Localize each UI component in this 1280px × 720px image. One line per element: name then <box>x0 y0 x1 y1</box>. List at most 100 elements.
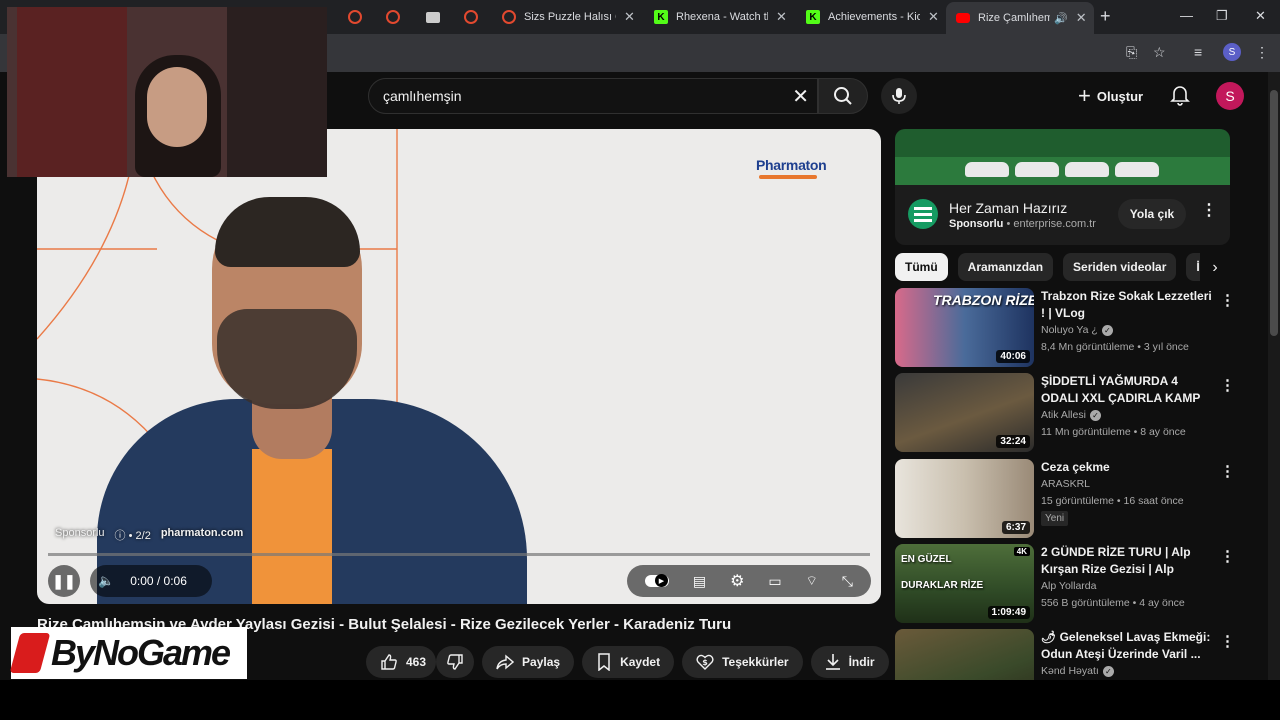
ad-cta-button[interactable]: Yola çık <box>1118 199 1186 229</box>
ad-info-icon[interactable]: ⓘ • 2/2 <box>115 527 151 543</box>
cast-icon[interactable]: ⌔ <box>806 573 818 589</box>
channel-name: Kənd Həyatı <box>1041 665 1099 677</box>
create-button[interactable]: + Oluştur <box>1078 82 1143 110</box>
subtitles-icon[interactable]: ▤ <box>693 573 706 590</box>
new-tab-icon[interactable]: + <box>1100 6 1111 27</box>
search-input[interactable]: çamlıhemşin <box>383 88 462 104</box>
browser-tab-7[interactable]: K Achievements - Kick ✕ <box>796 4 939 30</box>
sidebar-ad-card[interactable]: Her Zaman Hazırız Sponsorlu • enterprise… <box>895 129 1230 245</box>
new-badge: Yeni <box>1041 511 1069 526</box>
progress-bar[interactable] <box>48 553 870 556</box>
chip-all[interactable]: Tümü <box>895 253 948 281</box>
video-thumbnail[interactable]: 6:37 <box>895 459 1034 538</box>
video-thumbnail[interactable]: TRABZON RİZE 40:06 <box>895 288 1034 367</box>
ad-domain-link[interactable]: pharmaton.com <box>161 527 244 543</box>
scrollbar-thumb[interactable] <box>1270 90 1278 336</box>
search-box[interactable]: çamlıhemşin ✕ <box>368 78 818 114</box>
video-thumbnail[interactable]: 32:24 <box>895 373 1034 452</box>
webcam-overlay <box>7 7 327 177</box>
volume-icon[interactable]: 🔈 <box>98 573 114 589</box>
webcam-background-shelf <box>17 7 127 177</box>
download-label: İndir <box>848 655 875 669</box>
fullscreen-icon[interactable]: ⤡ <box>842 573 853 590</box>
plus-icon: + <box>1078 83 1091 108</box>
close-tab-icon[interactable]: ✕ <box>776 9 787 25</box>
browser-tab-6[interactable]: K Rhexena - Watch the ✕ <box>644 4 787 30</box>
video-thumbnail[interactable]: EN GÜZEL DURAKLAR RİZE 4K 1:09:49 <box>895 544 1034 623</box>
close-window-icon[interactable]: ✕ <box>1255 8 1266 24</box>
ad-banner-car <box>1015 162 1059 177</box>
thanks-button[interactable]: $ Teşekkürler <box>682 646 803 678</box>
ad-brand-swoosh <box>759 175 817 179</box>
page-scrollbar[interactable] <box>1268 72 1280 682</box>
ad-menu-kebab-icon[interactable]: ⋮ <box>1201 203 1217 219</box>
pause-button[interactable]: ❚❚ <box>48 565 80 597</box>
recommendation-item[interactable]: 6:37 Ceza çekme ARASKRL 15 görüntüleme •… <box>895 459 1235 539</box>
autoplay-toggle[interactable] <box>644 574 669 587</box>
bookmark-star-icon[interactable]: ☆ <box>1153 44 1166 61</box>
volume-and-time: 🔈 0:00 / 0:06 <box>90 565 212 597</box>
filter-chips: Tümü Aramanızdan Seriden videolar İlya <box>895 253 1230 281</box>
recommendation-menu-kebab-icon[interactable]: ⋮ <box>1220 632 1235 650</box>
chip-series[interactable]: Seriden videolar <box>1063 253 1177 281</box>
recommendation-channel: Noluyo Ya ¿ ✓ <box>1041 324 1113 336</box>
browser-tab-4[interactable] <box>454 4 478 30</box>
browser-tab-3[interactable] <box>416 4 440 30</box>
recommendation-menu-kebab-icon[interactable]: ⋮ <box>1220 376 1235 394</box>
close-tab-icon[interactable]: ✕ <box>928 9 939 25</box>
svg-text:$: $ <box>702 658 708 667</box>
voice-search-button[interactable] <box>881 78 917 114</box>
minimize-icon[interactable]: — <box>1180 8 1193 23</box>
dislike-button[interactable] <box>436 646 475 678</box>
ad-count: 2/2 <box>135 530 151 542</box>
search-icon <box>834 87 852 105</box>
account-avatar[interactable]: S <box>1216 82 1244 110</box>
close-tab-icon[interactable]: ✕ <box>624 9 635 25</box>
channel-name: Noluyo Ya ¿ <box>1041 324 1098 336</box>
tab-title: Rize Çamlıhemşin <box>978 12 1050 24</box>
youtube-icon <box>956 13 970 23</box>
recurring-icon <box>502 10 516 24</box>
audio-playing-icon[interactable]: 🔊 <box>1054 12 1068 25</box>
recommendation-menu-kebab-icon[interactable]: ⋮ <box>1220 547 1235 565</box>
recommendation-item[interactable]: 🌶 Geleneksel Lavaş Ekmeği: Odun Ateşi Üz… <box>895 629 1235 680</box>
share-button[interactable]: Paylaş <box>482 646 575 678</box>
media-control-icon[interactable]: ≡ <box>1194 44 1202 60</box>
recommendation-item[interactable]: EN GÜZEL DURAKLAR RİZE 4K 1:09:49 2 GÜND… <box>895 544 1235 624</box>
quality-badge: 4K <box>1013 547 1030 556</box>
chip-from-search[interactable]: Aramanızdan <box>957 253 1054 281</box>
mail-icon <box>426 11 440 23</box>
webcam-background-wall <box>227 7 327 177</box>
browser-tab-active[interactable]: Rize Çamlıhemşin 🔊 ✕ <box>946 2 1094 34</box>
browser-tab-2[interactable] <box>376 4 400 30</box>
video-thumbnail[interactable] <box>895 629 1034 680</box>
maximize-icon[interactable]: ❐ <box>1216 8 1228 24</box>
notifications-button[interactable] <box>1170 84 1190 111</box>
install-app-icon[interactable]: ⎘ <box>1126 44 1137 61</box>
recurring-icon <box>464 10 478 24</box>
search-button[interactable] <box>818 78 868 114</box>
settings-gear-icon[interactable]: ⚙ <box>730 571 744 591</box>
like-button[interactable]: 463 <box>366 646 437 678</box>
chips-next-chevron-icon[interactable]: › <box>1200 253 1230 283</box>
channel-name: ARASKRL <box>1041 478 1091 490</box>
recommendation-channel: Atik Allesi ✓ <box>1041 409 1101 421</box>
miniplayer-icon[interactable]: ▭ <box>768 573 781 590</box>
video-player[interactable]: Pharmaton Sponsorlu ⓘ • 2/2 pharmaton.co… <box>37 129 881 604</box>
recommendation-item[interactable]: 32:24 ŞİDDETLİ YAĞMURDA 4 ODALI XXL ÇADI… <box>895 373 1235 453</box>
close-tab-icon[interactable]: ✕ <box>1076 10 1087 26</box>
save-button[interactable]: Kaydet <box>582 646 675 678</box>
recommendation-item[interactable]: TRABZON RİZE 40:06 Trabzon Rize Sokak Le… <box>895 288 1235 368</box>
browser-tab-1[interactable] <box>338 4 362 30</box>
recommendation-menu-kebab-icon[interactable]: ⋮ <box>1220 291 1235 309</box>
menu-kebab-icon[interactable]: ⋮ <box>1255 44 1269 61</box>
browser-tab-5[interactable]: Sizs Puzzle Halısı 600 ✕ <box>492 4 635 30</box>
browser-profile-avatar[interactable]: S <box>1223 43 1241 61</box>
clear-search-icon[interactable]: ✕ <box>792 84 809 109</box>
bynogame-logo: ByNoGame <box>9 627 247 679</box>
recommendation-menu-kebab-icon[interactable]: ⋮ <box>1220 462 1235 480</box>
ad-banner-car <box>1065 162 1109 177</box>
save-label: Kaydet <box>620 655 661 669</box>
kick-icon: K <box>654 10 668 24</box>
download-button[interactable]: İndir <box>810 646 889 678</box>
